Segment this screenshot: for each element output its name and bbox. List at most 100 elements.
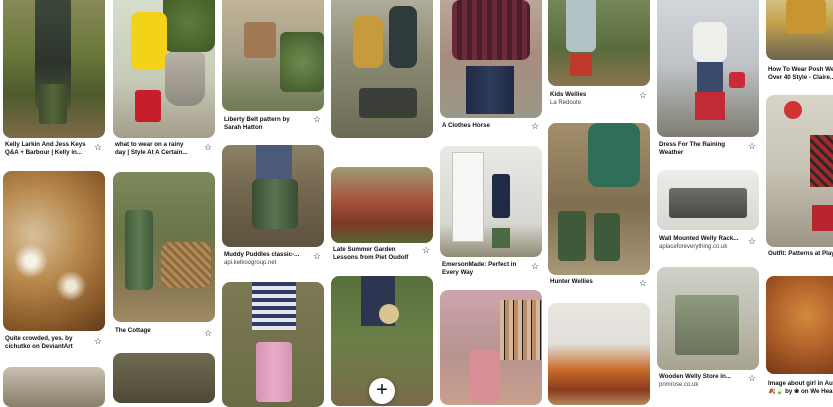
save-star-icon[interactable]: ☆ xyxy=(203,142,213,152)
save-star-icon[interactable]: ☆ xyxy=(530,121,540,131)
green-wellies xyxy=(594,213,620,261)
red-wellies xyxy=(695,92,725,120)
save-star-icon[interactable]: ☆ xyxy=(747,236,757,246)
pin-source: La Redoute xyxy=(550,100,582,106)
person-mustard xyxy=(353,16,383,68)
pin-title: Muddy Puddles classic-... xyxy=(224,251,300,258)
pin-image[interactable] xyxy=(222,145,324,247)
tote-bag xyxy=(244,22,276,58)
pin-title: The Cottage xyxy=(115,327,151,334)
save-star-icon[interactable]: ☆ xyxy=(312,251,322,261)
save-star-icon[interactable]: ☆ xyxy=(638,278,648,288)
pin-image[interactable] xyxy=(657,267,759,370)
person-dark xyxy=(389,6,417,68)
save-star-icon[interactable]: ☆ xyxy=(421,245,431,255)
pin-title: Dress For The Raining Weather xyxy=(659,141,726,156)
pin-image[interactable] xyxy=(548,123,650,275)
pin-image[interactable] xyxy=(548,0,650,86)
pin-image[interactable] xyxy=(766,95,833,247)
pin-title: EmersonMade: Perfect in Every Way xyxy=(442,261,517,276)
pin-title: Liberty Belt pattern by Sarah Hatton xyxy=(224,116,290,131)
save-star-icon[interactable]: ☆ xyxy=(747,141,757,151)
pin-image[interactable] xyxy=(657,170,759,230)
save-star-icon[interactable]: ☆ xyxy=(203,328,213,338)
pin-image[interactable] xyxy=(657,0,759,137)
stone-urn xyxy=(165,52,205,106)
pin-source: api.kelkoogroup.net xyxy=(224,260,277,266)
white-flowers xyxy=(53,271,89,301)
jeans xyxy=(697,62,723,96)
plaid-coat xyxy=(810,135,833,187)
pin-image[interactable] xyxy=(766,0,833,60)
pin-title: A Clothes Horse xyxy=(442,122,490,129)
pin-source: primrose.co.uk xyxy=(659,382,699,388)
child-figure xyxy=(566,0,596,52)
white-flowers xyxy=(11,241,51,281)
welly-rack xyxy=(669,188,747,218)
pin-image[interactable] xyxy=(222,282,324,407)
rubber-boots xyxy=(359,88,417,118)
pin-source: aplaceforeverything.co.uk xyxy=(659,244,728,250)
red-boots xyxy=(135,90,161,122)
save-star-icon[interactable]: ☆ xyxy=(312,114,322,124)
save-star-icon[interactable]: ☆ xyxy=(747,373,757,383)
pin-title: Wall Mounted Welly Rack... xyxy=(659,235,739,242)
pin-title: Kids Wellies xyxy=(550,91,587,98)
rain-boots xyxy=(39,84,67,124)
patterned-dress xyxy=(452,0,530,60)
pin-image[interactable] xyxy=(113,353,215,403)
green-wellies xyxy=(125,210,153,290)
pin-title: Late Summer Garden Lessons from Piet Oud… xyxy=(333,246,409,261)
pin-image[interactable] xyxy=(331,0,433,138)
save-star-icon[interactable]: ☆ xyxy=(93,142,103,152)
green-boots xyxy=(252,179,298,229)
wooden-store xyxy=(675,295,739,355)
plus-icon: + xyxy=(376,379,388,401)
pin-image[interactable] xyxy=(440,290,542,405)
wicker-basket xyxy=(161,242,211,288)
pin-image[interactable] xyxy=(3,0,105,138)
pin-image[interactable] xyxy=(548,303,650,405)
no-entry-sign xyxy=(784,101,802,119)
pin-title: Image about girl in Autumn 🍂🍃 by ❀ on We… xyxy=(768,380,833,395)
pin-image[interactable] xyxy=(331,167,433,243)
pin-image[interactable] xyxy=(113,0,215,138)
navy-dress xyxy=(492,174,510,218)
green-wellies xyxy=(558,211,586,261)
doorway xyxy=(452,152,484,242)
pin-title: Wooden Welly Store in... xyxy=(659,373,731,380)
red-handbag xyxy=(729,72,745,88)
striped-skirt xyxy=(252,282,296,330)
skirt xyxy=(786,0,826,34)
yellow-raincoat xyxy=(131,12,167,70)
pink-wellies xyxy=(470,350,500,402)
plaid-scarf xyxy=(500,300,542,360)
red-wellies xyxy=(570,54,592,76)
navy-wellies xyxy=(466,66,514,114)
save-star-icon[interactable]: ☆ xyxy=(530,261,540,271)
straw-hat xyxy=(379,304,399,324)
pin-image[interactable] xyxy=(766,276,833,374)
plant-pots xyxy=(280,32,324,92)
green-sweater xyxy=(588,123,640,187)
save-star-icon[interactable]: ☆ xyxy=(638,90,648,100)
green-boots xyxy=(492,228,510,248)
pin-title: Hunter Wellies xyxy=(550,278,593,285)
red-wellies xyxy=(812,205,833,231)
pin-title: How To Wear Posh Wellies Over 40 Style -… xyxy=(768,66,833,81)
pin-title: Outfit: Patterns at Play xyxy=(768,250,833,257)
pin-image[interactable] xyxy=(440,146,542,257)
pin-title: Kelly Larkin And Jess Keys Q&A + Barbour… xyxy=(5,141,86,156)
pin-title: Quite crowded, yes. by cichutko on Devia… xyxy=(5,335,73,350)
pin-image[interactable] xyxy=(3,171,105,331)
save-star-icon[interactable]: ☆ xyxy=(93,336,103,346)
white-sweater xyxy=(693,22,727,62)
pin-image[interactable] xyxy=(440,0,542,118)
pin-image[interactable] xyxy=(222,0,324,111)
add-plus-button[interactable]: + xyxy=(369,378,395,404)
pin-title: what to wear on a rainy day | Style At A… xyxy=(115,141,188,156)
pink-wellies xyxy=(256,342,292,402)
green-hedge xyxy=(163,0,215,52)
pin-image[interactable] xyxy=(3,367,105,407)
pin-image[interactable] xyxy=(113,172,215,322)
